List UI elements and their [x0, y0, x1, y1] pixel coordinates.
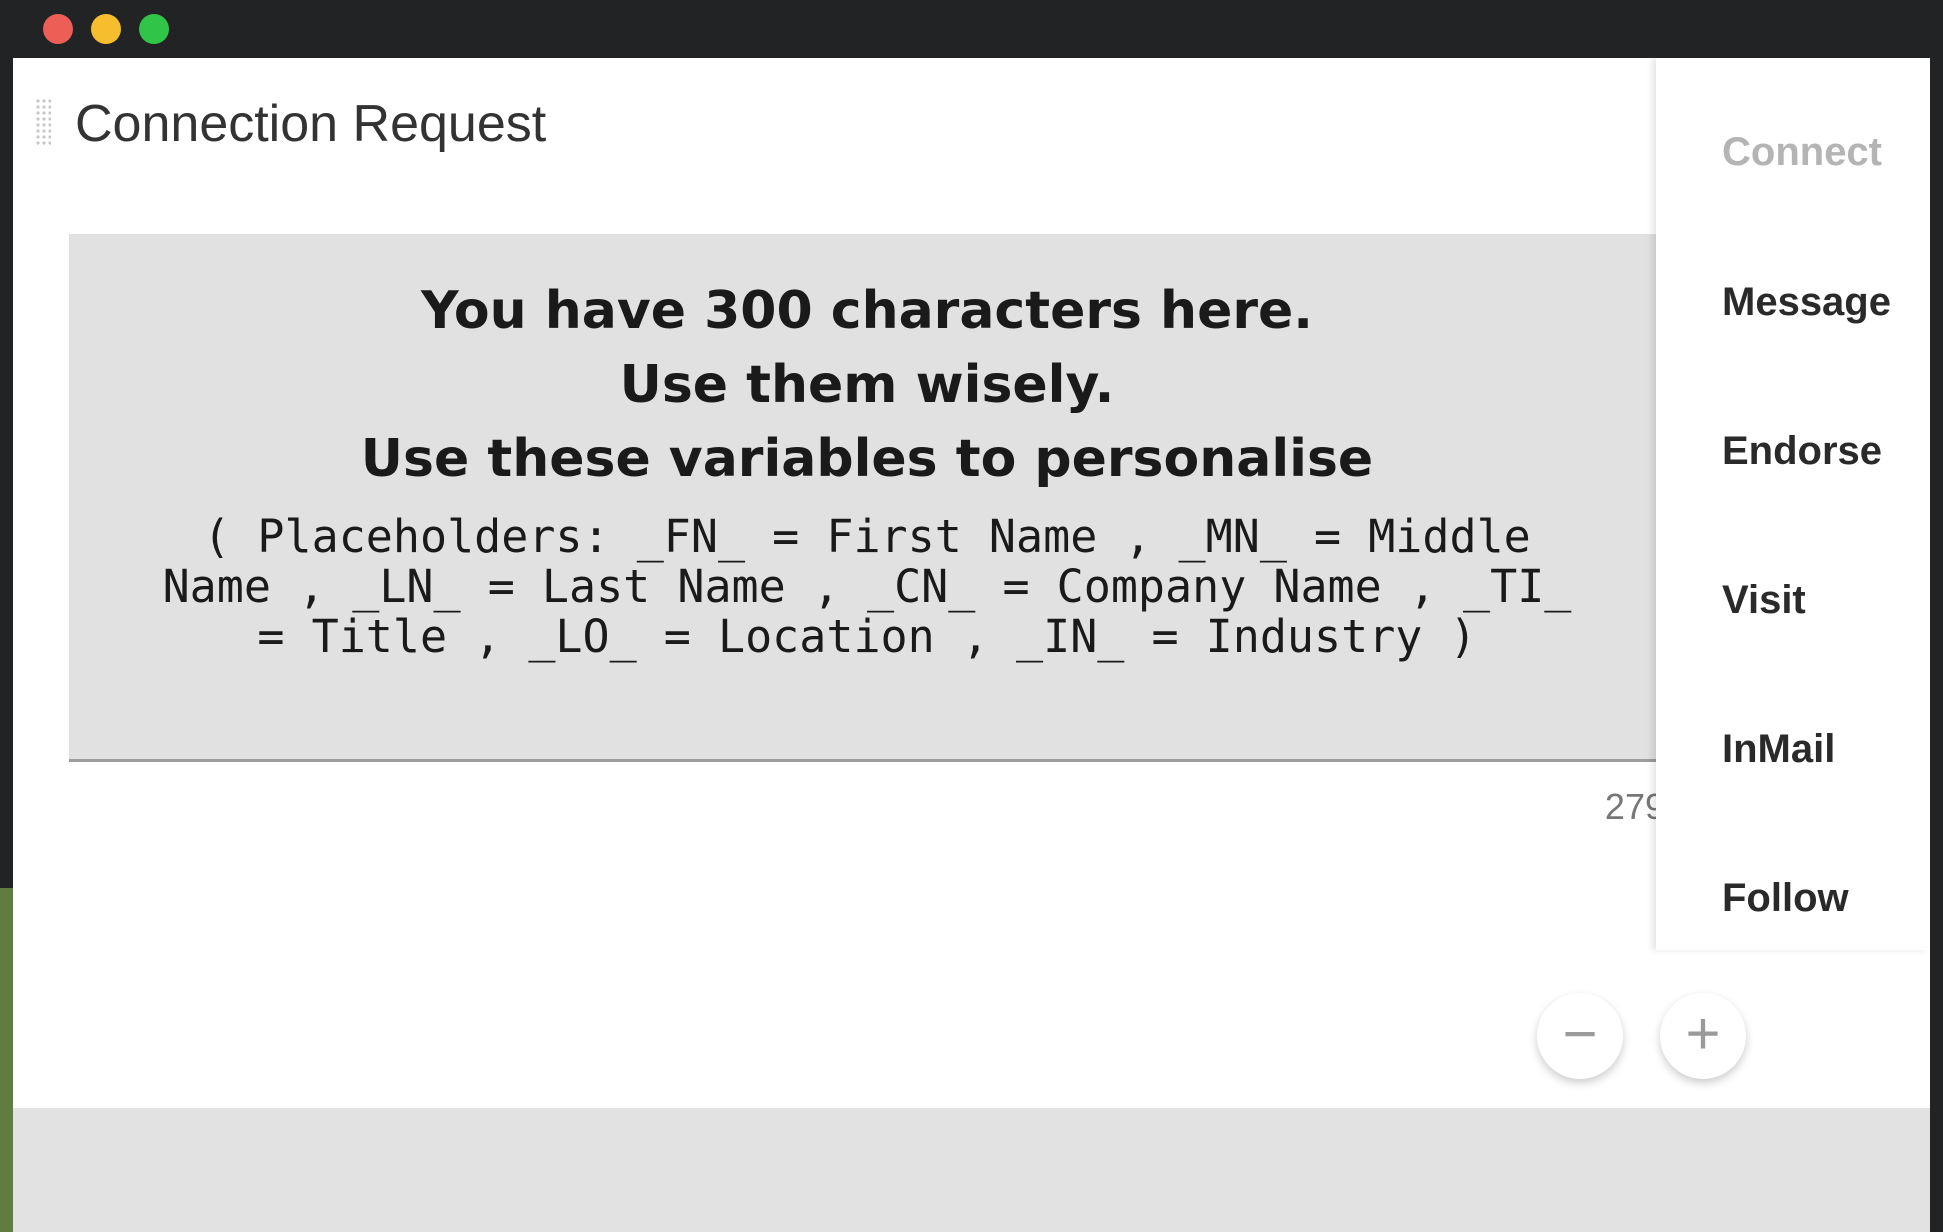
sidebar-item-follow[interactable]: Follow [1722, 876, 1849, 921]
maximize-window-button[interactable] [139, 14, 169, 44]
sidebar-item-endorse[interactable]: Endorse [1722, 429, 1882, 474]
background-window-edge [0, 888, 13, 1232]
sidebar-item-message[interactable]: Message [1722, 280, 1891, 325]
zoom-in-button[interactable]: + [1660, 993, 1746, 1079]
drag-handle-icon[interactable] [35, 98, 51, 146]
app-window: Connection Request You have 300 characte… [13, 58, 1930, 1232]
minus-icon: − [1562, 1000, 1598, 1067]
message-editor[interactable]: You have 300 characters here. Use them w… [69, 234, 1665, 762]
action-sidebar: Connect Message Endorse Visit InMail Fol… [1656, 58, 1930, 950]
panel-title: Connection Request [75, 95, 547, 153]
sidebar-item-visit[interactable]: Visit [1722, 578, 1806, 623]
placeholders-text: ( Placeholders: _FN_ = First Name , _MN_… [162, 510, 1572, 663]
editor-line: Use them wisely. [619, 355, 1115, 415]
editor-line: You have 300 characters here. [420, 281, 1314, 341]
window-titlebar [0, 0, 1943, 58]
editor-line: Use these variables to personalise [360, 429, 1374, 489]
plus-icon: + [1685, 1000, 1721, 1067]
zoom-out-button[interactable]: − [1537, 993, 1623, 1079]
close-window-button[interactable] [43, 14, 73, 44]
sidebar-item-inmail[interactable]: InMail [1722, 727, 1835, 772]
minimize-window-button[interactable] [91, 14, 121, 44]
sidebar-item-connect[interactable]: Connect [1722, 130, 1882, 175]
window-footer [13, 1108, 1930, 1232]
